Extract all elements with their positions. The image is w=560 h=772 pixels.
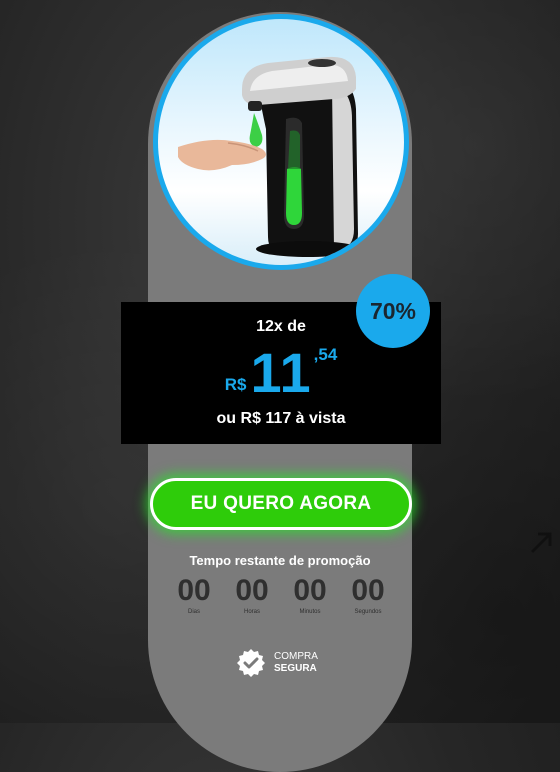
cash-price: ou R$ 117 à vista: [216, 410, 346, 427]
countdown-value: 00: [351, 574, 385, 607]
countdown-days: 00 Dias: [169, 574, 219, 616]
countdown-value: 00: [293, 574, 327, 607]
installment-price: R$11,54: [121, 340, 441, 405]
secure-purchase-text: COMPRA SEGURA: [274, 651, 318, 675]
countdown-hours: 00 Horas: [227, 574, 277, 616]
countdown-seconds: 00 Segundos: [343, 574, 393, 616]
countdown-timer: 00 Dias 00 Horas 00 Minutos 00 Segundos: [169, 574, 393, 620]
shield-check-icon: [237, 649, 265, 677]
price-cents: ,54: [313, 345, 338, 364]
soap-dispenser-illustration: [178, 56, 360, 257]
countdown-value: 00: [235, 574, 269, 607]
price-integer: 11: [250, 341, 312, 404]
arrow-icon: [530, 532, 552, 554]
product-image-frame: [153, 14, 409, 270]
countdown-minutes: 00 Minutos: [285, 574, 335, 616]
currency-symbol: R$: [224, 375, 247, 394]
secure-line1: COMPRA: [274, 651, 318, 662]
countdown-label: Minutos: [299, 609, 321, 615]
buy-now-button[interactable]: EU QUERO AGORA: [150, 478, 412, 530]
countdown-value: 00: [177, 574, 211, 607]
timer-title: Tempo restante de promoção: [189, 553, 371, 568]
secure-purchase-badge: COMPRA SEGURA: [234, 648, 334, 680]
countdown-label: Dias: [187, 609, 200, 615]
countdown-label: Horas: [243, 609, 260, 615]
countdown-label: Segundos: [354, 609, 382, 615]
automatic-soap-dispenser-image: [158, 19, 404, 265]
discount-badge: 70%: [356, 274, 430, 348]
secure-line2: SEGURA: [274, 663, 317, 674]
